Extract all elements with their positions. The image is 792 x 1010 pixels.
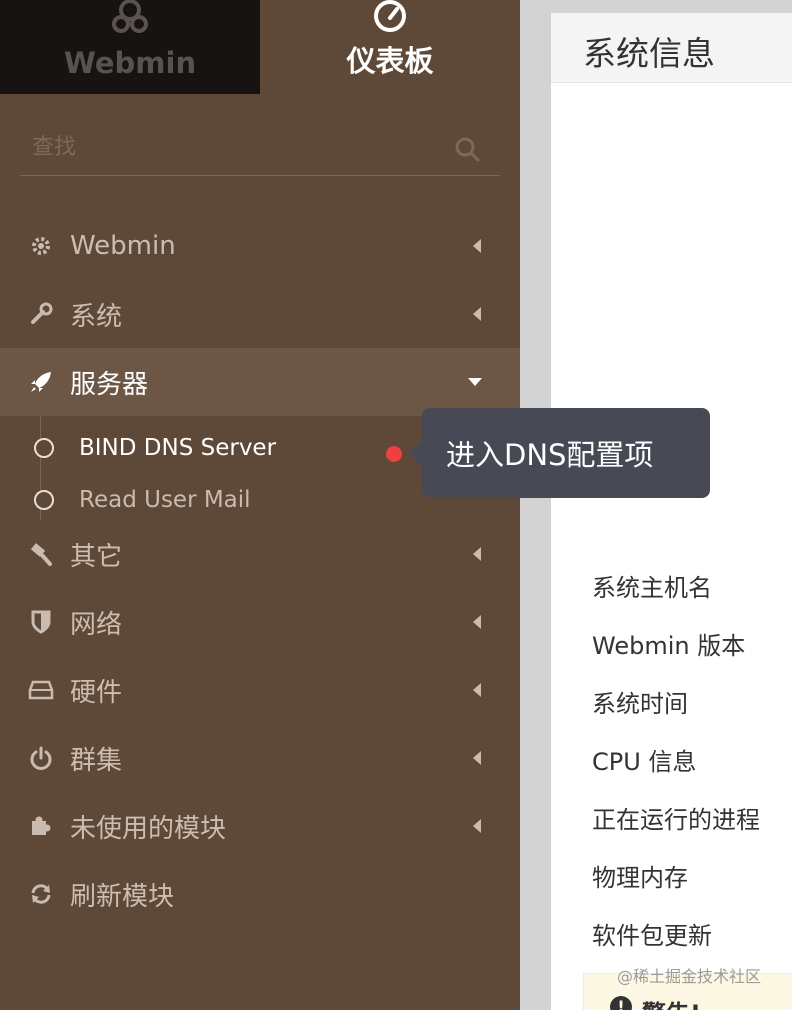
gear-icon — [28, 233, 54, 259]
info-row-webmin-version: Webmin 版本 — [592, 632, 746, 660]
power-icon — [28, 745, 54, 771]
sidebar-item-system[interactable]: 系统 — [0, 280, 520, 348]
sidebar-item-refresh-modules[interactable]: 刷新模块 — [0, 860, 520, 928]
submenu-item-label: BIND DNS Server — [79, 435, 277, 461]
sidebar-item-label: 群集 — [70, 745, 123, 776]
webmin-logo-icon — [112, 0, 148, 33]
sidebar-item-label: Webmin — [70, 231, 176, 261]
submenu-item-read-user-mail[interactable]: Read User Mail — [34, 480, 251, 520]
submenu-item-label: Read User Mail — [79, 487, 251, 513]
sidebar-item-label: 未使用的模块 — [70, 813, 227, 844]
sidebar-nav: Webmin 系统 服务器 BIND DNS Server Read User … — [0, 212, 520, 928]
circle-icon — [34, 490, 54, 510]
tab-webmin-label: Webmin — [63, 46, 197, 80]
refresh-icon — [28, 881, 54, 907]
system-info-panel: 系统信息 系统主机名 Webmin 版本 系统时间 CPU 信息 正在运行的进程… — [551, 13, 792, 1010]
info-row-running-processes: 正在运行的进程 — [592, 806, 760, 834]
sidebar: Webmin 仪表板 Webmin 系统 — [0, 0, 520, 1010]
sidebar-item-label: 服务器 — [70, 369, 149, 400]
warning-label: 警告! — [642, 994, 701, 1010]
sidebar-item-webmin[interactable]: Webmin — [0, 212, 520, 280]
sidebar-item-label: 其它 — [70, 541, 123, 572]
shield-icon — [28, 609, 54, 635]
panel-title: 系统信息 — [583, 34, 715, 73]
hard-drive-icon — [28, 677, 54, 703]
caret-left-icon — [473, 547, 481, 561]
info-row-system-time: 系统时间 — [592, 690, 688, 718]
search-input[interactable] — [20, 120, 500, 175]
search-box — [20, 120, 500, 176]
sidebar-item-unused-modules[interactable]: 未使用的模块 — [0, 792, 520, 860]
tab-dashboard[interactable]: 仪表板 — [260, 0, 520, 94]
sidebar-item-network[interactable]: 网络 — [0, 588, 520, 656]
caret-left-icon — [473, 819, 481, 833]
submenu-item-bind-dns[interactable]: BIND DNS Server — [34, 428, 276, 468]
caret-left-icon — [473, 239, 481, 253]
tab-dashboard-label: 仪表板 — [346, 44, 434, 78]
exclamation-icon: ! — [610, 996, 632, 1010]
caret-left-icon — [473, 307, 481, 321]
info-row-cpu-info: CPU 信息 — [592, 748, 697, 776]
sidebar-item-label: 硬件 — [70, 677, 123, 708]
sidebar-item-label: 系统 — [70, 301, 123, 332]
callout-dot — [386, 446, 402, 462]
sidebar-item-others[interactable]: 其它 — [0, 520, 520, 588]
hammer-icon — [28, 541, 54, 567]
info-row-physical-memory: 物理内存 — [592, 864, 688, 892]
watermark: @稀土掘金技术社区 — [617, 967, 762, 986]
system-info-list: 系统主机名 Webmin 版本 系统时间 CPU 信息 正在运行的进程 物理内存… — [592, 568, 760, 974]
wrench-icon — [28, 301, 54, 327]
tooltip-callout: 进入DNS配置项 — [409, 408, 710, 498]
puzzle-icon — [28, 813, 54, 839]
sidebar-item-hardware[interactable]: 硬件 — [0, 656, 520, 724]
tooltip-text: 进入DNS配置项 — [446, 438, 654, 472]
caret-left-icon — [473, 615, 481, 629]
panel-header: 系统信息 — [551, 13, 792, 83]
sidebar-item-label: 刷新模块 — [70, 881, 175, 912]
sidebar-item-servers[interactable]: 服务器 — [0, 348, 520, 416]
search-icon[interactable] — [454, 136, 480, 162]
sidebar-item-label: 网络 — [70, 609, 123, 640]
info-row-hostname: 系统主机名 — [592, 574, 712, 602]
tab-webmin[interactable]: Webmin — [0, 0, 260, 94]
circle-icon — [34, 438, 54, 458]
rocket-icon — [28, 369, 54, 395]
caret-left-icon — [473, 683, 481, 697]
caret-left-icon — [473, 751, 481, 765]
sidebar-item-cluster[interactable]: 群集 — [0, 724, 520, 792]
caret-down-icon — [468, 378, 482, 386]
dashboard-icon — [374, 0, 406, 32]
